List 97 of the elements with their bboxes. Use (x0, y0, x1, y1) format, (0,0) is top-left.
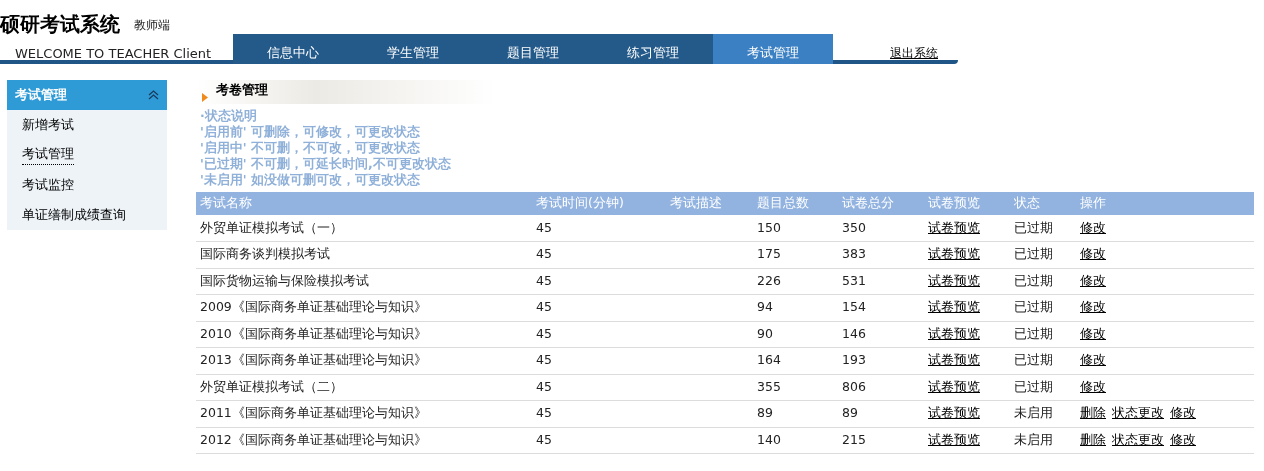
column-header: 操作 (1080, 195, 1106, 211)
table-cell: 146 (842, 325, 866, 341)
column-header: 状态 (1014, 195, 1040, 211)
app-title: 硕研考试系统 (0, 14, 120, 34)
table-cell: 175 (757, 246, 781, 262)
nav-tab[interactable]: 练习管理 (593, 34, 713, 64)
preview-link[interactable]: 试卷预览 (928, 325, 980, 341)
table-cell: 2011《国际商务单证基础理论与知识》 (200, 405, 427, 421)
action-link[interactable]: 修改 (1080, 378, 1106, 394)
nav-tab[interactable]: 考试管理 (713, 34, 833, 64)
table-cell: 226 (757, 272, 781, 288)
table-cell: 215 (842, 431, 866, 447)
nav-tab[interactable]: 信息中心 (233, 34, 353, 64)
table-cell: 89 (842, 405, 858, 421)
collapse-icon[interactable] (148, 90, 159, 100)
action-link[interactable]: 修改 (1080, 219, 1106, 235)
column-header: 考试时间(分钟) (536, 195, 624, 211)
table-cell: 外贸单证模拟考试（二） (200, 378, 343, 394)
nav-tab[interactable]: 题目管理 (473, 34, 593, 64)
column-header: 试卷总分 (842, 195, 894, 211)
table-cell: 2010《国际商务单证基础理论与知识》 (200, 325, 427, 341)
sidebar-item[interactable]: 考试监控 (22, 175, 74, 195)
action-link[interactable]: 修改 (1080, 272, 1106, 288)
action-link[interactable]: 删除 (1080, 431, 1106, 447)
table-cell: 154 (842, 299, 866, 315)
table-cell: 383 (842, 246, 866, 262)
nav-tab[interactable]: 学生管理 (353, 34, 473, 64)
table-cell: 193 (842, 352, 866, 368)
table-cell: 140 (757, 431, 781, 447)
table-cell: 已过期 (1014, 246, 1053, 262)
column-header: 题目总数 (757, 195, 809, 211)
table-cell: 外贸单证模拟考试（一） (200, 219, 343, 235)
legend-text: ·状态说明 (200, 108, 258, 124)
table-cell: 45 (536, 246, 552, 262)
table-cell: 45 (536, 431, 552, 447)
logout-link[interactable]: 退出系统 (890, 34, 938, 60)
table-cell: 已过期 (1014, 299, 1053, 315)
table-cell: 89 (757, 405, 773, 421)
app-subtitle: 教师端 (134, 17, 170, 34)
table-cell: 94 (757, 299, 773, 315)
action-link[interactable]: 修改 (1080, 352, 1106, 368)
sidebar-item[interactable]: 考试管理 (22, 145, 74, 165)
table-cell: 355 (757, 378, 781, 394)
table-cell: 350 (842, 219, 866, 235)
legend-text: '已过期' 不可删，可延长时间,不可更改状态 (200, 156, 452, 172)
table-cell: 45 (536, 405, 552, 421)
table-cell: 45 (536, 299, 552, 315)
sidebar-item[interactable]: 新增考试 (22, 115, 74, 135)
table-cell: 45 (536, 219, 552, 235)
table-cell: 2009《国际商务单证基础理论与知识》 (200, 299, 427, 315)
column-header: 考试描述 (670, 195, 722, 211)
column-header: 考试名称 (200, 195, 252, 211)
welcome-text: WELCOME TO TEACHER Client (14, 45, 213, 63)
table-cell: 45 (536, 272, 552, 288)
preview-link[interactable]: 试卷预览 (928, 431, 980, 447)
table-cell: 2012《国际商务单证基础理论与知识》 (200, 431, 427, 447)
sidebar-item[interactable]: 单证缮制成绩查询 (22, 205, 126, 225)
action-link[interactable]: 修改 (1080, 325, 1106, 341)
preview-link[interactable]: 试卷预览 (928, 272, 980, 288)
arrow-icon (202, 92, 208, 102)
table-cell: 已过期 (1014, 219, 1053, 235)
action-link[interactable]: 删除 (1080, 405, 1106, 421)
table-cell: 164 (757, 352, 781, 368)
table-cell: 45 (536, 378, 552, 394)
table-cell: 已过期 (1014, 325, 1053, 341)
table-cell: 150 (757, 219, 781, 235)
preview-link[interactable]: 试卷预览 (928, 405, 980, 421)
table-cell: 未启用 (1014, 405, 1053, 421)
column-header: 试卷预览 (928, 195, 980, 211)
action-link[interactable]: 状态更改 (1112, 405, 1164, 421)
table-cell: 国际货物运输与保险模拟考试 (200, 272, 369, 288)
action-link[interactable]: 修改 (1080, 299, 1106, 315)
table-cell: 已过期 (1014, 272, 1053, 288)
preview-link[interactable]: 试卷预览 (928, 246, 980, 262)
preview-link[interactable]: 试卷预览 (928, 219, 980, 235)
action-link[interactable]: 修改 (1080, 246, 1106, 262)
preview-link[interactable]: 试卷预览 (928, 352, 980, 368)
table-cell: 已过期 (1014, 378, 1053, 394)
section-title: 考卷管理 (216, 81, 268, 99)
legend-text: '未启用' 如没做可删可改，可更改状态 (200, 172, 421, 188)
table-cell: 45 (536, 325, 552, 341)
table-cell: 531 (842, 272, 866, 288)
table-cell: 未启用 (1014, 431, 1053, 447)
table-cell: 806 (842, 378, 866, 394)
legend-text: '启用前' 可删除，可修改，可更改状态 (200, 124, 421, 140)
preview-link[interactable]: 试卷预览 (928, 299, 980, 315)
action-link[interactable]: 修改 (1170, 405, 1196, 421)
action-link[interactable]: 状态更改 (1112, 431, 1164, 447)
table-cell: 已过期 (1014, 352, 1053, 368)
sidebar-title: 考试管理 (15, 86, 67, 105)
legend-text: '启用中' 不可删，不可改，可更改状态 (200, 140, 421, 156)
preview-link[interactable]: 试卷预览 (928, 378, 980, 394)
table-cell: 45 (536, 352, 552, 368)
table-cell: 90 (757, 325, 773, 341)
table-cell: 2013《国际商务单证基础理论与知识》 (200, 352, 427, 368)
table-cell: 国际商务谈判模拟考试 (200, 246, 330, 262)
action-link[interactable]: 修改 (1170, 431, 1196, 447)
